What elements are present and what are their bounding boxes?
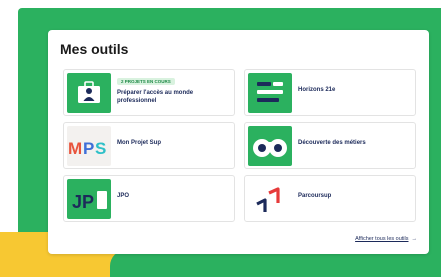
tool-label: Préparer l'accès au monde professionnel	[117, 90, 194, 104]
background-green-curve	[110, 250, 441, 277]
show-all-tools-link[interactable]: Afficher tous les outils →	[355, 236, 417, 242]
svg-text:M: M	[68, 139, 82, 158]
status-badge: 2 PROJETS EN COURS	[117, 78, 175, 85]
parcoursup-logo	[248, 179, 292, 219]
tool-card-parcoursup[interactable]: Parcoursup	[244, 175, 416, 222]
mps-logo: M P S	[67, 126, 111, 166]
jpo-logo: JP	[67, 179, 111, 219]
tool-card-jpo[interactable]: JP JPO	[63, 175, 235, 222]
svg-text:P: P	[83, 139, 94, 158]
tool-label: Parcoursup	[298, 193, 332, 199]
panel-title: Mes outils	[60, 41, 129, 57]
tools-panel: Mes outils 2 PROJETS EN COURS Préparer l…	[48, 30, 429, 254]
arrow-right-icon: →	[411, 236, 418, 242]
tool-card-mon-projet-sup[interactable]: M P S Mon Projet Sup	[63, 122, 235, 169]
tool-card-decouverte-metiers[interactable]: Découverte des métiers	[244, 122, 416, 169]
binoculars-icon	[248, 126, 292, 166]
tool-label: JPO	[117, 193, 130, 199]
tool-label: Horizons 21e	[298, 87, 336, 93]
tool-label: Mon Projet Sup	[117, 140, 161, 146]
horizons-icon	[248, 73, 292, 113]
tool-card-horizons[interactable]: Horizons 21e	[244, 69, 416, 116]
tool-card-professional[interactable]: 2 PROJETS EN COURS Préparer l'accès au m…	[63, 69, 235, 116]
svg-text:S: S	[95, 139, 106, 158]
briefcase-icon	[67, 73, 111, 113]
svg-text:JP: JP	[72, 192, 94, 212]
tool-label: Découverte des métiers	[298, 140, 366, 146]
show-all-label: Afficher tous les outils	[355, 236, 409, 242]
